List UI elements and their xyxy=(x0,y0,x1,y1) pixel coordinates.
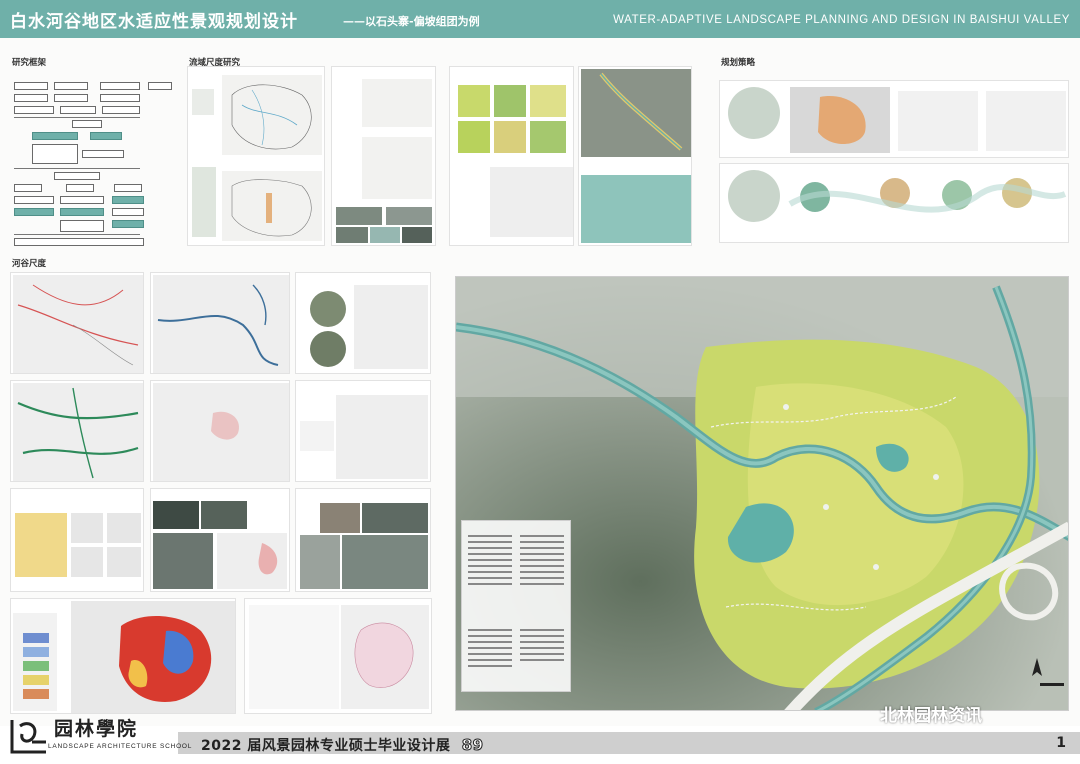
school-name-english: LANDSCAPE ARCHITECTURE SCHOOL xyxy=(48,743,193,750)
basin-scale-panel-4 xyxy=(578,66,692,246)
watermark-text: 北林园林资讯 xyxy=(880,706,982,726)
analysis-map xyxy=(354,622,414,688)
valley-map-8-zones xyxy=(258,543,278,575)
flood-risk-panel xyxy=(10,598,236,714)
valley-map-8 xyxy=(150,488,290,592)
basin-map xyxy=(231,84,312,150)
valley-map-1 xyxy=(10,272,144,374)
valley-map-3 xyxy=(295,272,431,374)
poster-title: 白水河谷地区水适应性景观规划设计 xyxy=(10,12,298,32)
poster-title-english: WATER-ADAPTIVE LANDSCAPE PLANNING AND DE… xyxy=(613,14,1070,26)
poster-board: 白水河谷地区水适应性景观规划设计 ——以石头寨-偏坡组团为例 WATER-ADA… xyxy=(0,0,1080,764)
section-title-planning-strategy: 规划策略 xyxy=(721,58,756,68)
exhibition-name: 2022 届风景园林专业硕士毕业设计展 xyxy=(201,738,451,754)
master-plan-legend xyxy=(461,520,571,692)
flood-risk-heatmap xyxy=(119,615,212,702)
exhibition-title: 2022 届风景园林专业硕士毕业设计展 89 xyxy=(201,735,484,755)
basin-scale-panel-2 xyxy=(331,66,436,246)
valley-map-1-lines xyxy=(17,284,139,366)
analysis-panel xyxy=(244,598,432,714)
planning-strategy-panel-2 xyxy=(719,163,1069,243)
valley-map-2 xyxy=(150,272,290,374)
strategy-curve xyxy=(788,183,1067,213)
valley-map-2-river xyxy=(157,284,279,366)
strategy-map-1 xyxy=(818,96,866,145)
basin-scale-panel-1 xyxy=(187,66,325,246)
valley-map-5 xyxy=(150,380,290,482)
valley-map-4-roads xyxy=(17,387,139,479)
valley-map-9 xyxy=(295,488,431,592)
exhibition-number: 89 xyxy=(461,736,484,755)
basin-scale-panel-3 xyxy=(449,66,574,246)
school-logo-icon xyxy=(10,720,46,754)
school-name: 园林學院 xyxy=(54,718,139,740)
valley-map-5-zones xyxy=(211,411,239,440)
scale-bar xyxy=(1040,683,1064,686)
page-number: 1 xyxy=(1056,735,1066,751)
valley-map-4 xyxy=(10,380,144,482)
section-title-valley-scale: 河谷尺度 xyxy=(12,259,47,269)
section-title-research-framework: 研究框架 xyxy=(12,58,47,68)
north-arrow-icon xyxy=(1032,658,1042,676)
valley-map-6 xyxy=(295,380,431,482)
header-band: 白水河谷地区水适应性景观规划设计 ——以石头寨-偏坡组团为例 WATER-ADA… xyxy=(0,0,1080,38)
valley-map-7 xyxy=(10,488,144,592)
planning-strategy-panel-1 xyxy=(719,80,1069,158)
basin-map-2 xyxy=(231,179,312,237)
poster-subtitle: ——以石头寨-偏坡组团为例 xyxy=(343,15,480,28)
valley-aerial-map xyxy=(599,72,683,151)
research-framework-panel xyxy=(10,70,178,246)
